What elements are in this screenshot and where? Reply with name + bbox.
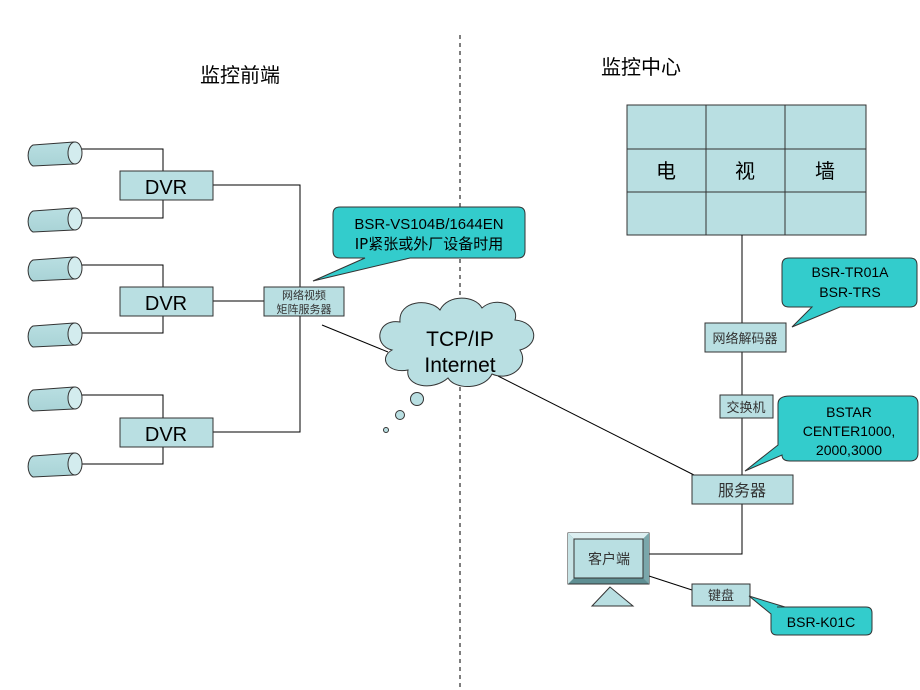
- dvr-box[interactable]: DVR: [119, 417, 214, 448]
- camera-icon: [27, 141, 83, 167]
- decoder-label: 网络解码器: [712, 331, 777, 347]
- title-front-end: 监控前端: [200, 63, 280, 87]
- tv-wall-cell-2: 视: [735, 159, 755, 183]
- tv-wall-cell-3: 墙: [815, 159, 835, 183]
- internet-cloud: TCP/IP Internet: [379, 297, 535, 433]
- cloud-line2: Internet: [424, 354, 495, 377]
- server-box[interactable]: 服务器: [691, 474, 794, 505]
- matrix-server-box[interactable]: 网络视频 矩阵服务器: [263, 286, 345, 317]
- decoder-box[interactable]: 网络解码器: [704, 322, 787, 353]
- callout-matrix: BSR-VS104B/1644EN IP紧张或外厂设备时用: [312, 206, 526, 282]
- callout-decoder: BSR-TR01A BSR-TRS: [781, 257, 918, 328]
- cloud-line1: TCP/IP: [426, 328, 494, 351]
- camera-icon: [27, 256, 83, 282]
- camera-icon: [27, 207, 83, 233]
- title-center: 监控中心: [601, 55, 681, 79]
- matrix-server-line1: 网络视频: [282, 288, 326, 302]
- keyboard-box[interactable]: 键盘: [691, 583, 751, 607]
- switch-box[interactable]: 交换机: [719, 394, 774, 419]
- callout-decoder-line2: BSR-TRS: [819, 284, 880, 300]
- callout-server-line2: CENTER1000,: [803, 423, 896, 439]
- camera-icon: [27, 386, 83, 412]
- callout-matrix-line1: BSR-VS104B/1644EN: [354, 216, 503, 233]
- tv-wall-cell-1: 电: [656, 159, 676, 183]
- callout-matrix-line2: IP紧张或外厂设备时用: [355, 235, 503, 253]
- callout-keyboard-label: BSR-K01C: [787, 614, 855, 630]
- client-monitor[interactable]: 客户端: [567, 532, 650, 607]
- callout-server-line3: 2000,3000: [816, 442, 882, 458]
- matrix-server-line2: 矩阵服务器: [277, 302, 332, 316]
- callout-keyboard: BSR-K01C: [748, 595, 873, 636]
- callout-decoder-line1: BSR-TR01A: [811, 264, 889, 280]
- thought-bubble: [395, 410, 405, 420]
- camera-group: [27, 141, 83, 478]
- switch-label: 交换机: [726, 400, 765, 416]
- client-label: 客户端: [588, 551, 630, 568]
- thought-bubble: [410, 392, 424, 406]
- dvr-label: DVR: [145, 293, 187, 315]
- dvr-box[interactable]: DVR: [119, 170, 214, 201]
- thought-bubble: [383, 427, 389, 433]
- callout-server-line1: BSTAR: [826, 404, 872, 420]
- server-label: 服务器: [718, 481, 766, 500]
- camera-icon: [27, 322, 83, 348]
- tv-wall[interactable]: 电 视 墙: [626, 104, 867, 236]
- dvr-label: DVR: [145, 424, 187, 446]
- diagram-canvas: 监控前端 监控中心 DVR DVR DVR 网络视频 矩阵服务器 BSR-VS1…: [27, 35, 919, 690]
- dvr-box[interactable]: DVR: [119, 286, 214, 317]
- camera-icon: [27, 452, 83, 478]
- monitor-stand: [590, 586, 635, 607]
- dvr-label: DVR: [145, 177, 187, 199]
- keyboard-label: 键盘: [708, 588, 734, 604]
